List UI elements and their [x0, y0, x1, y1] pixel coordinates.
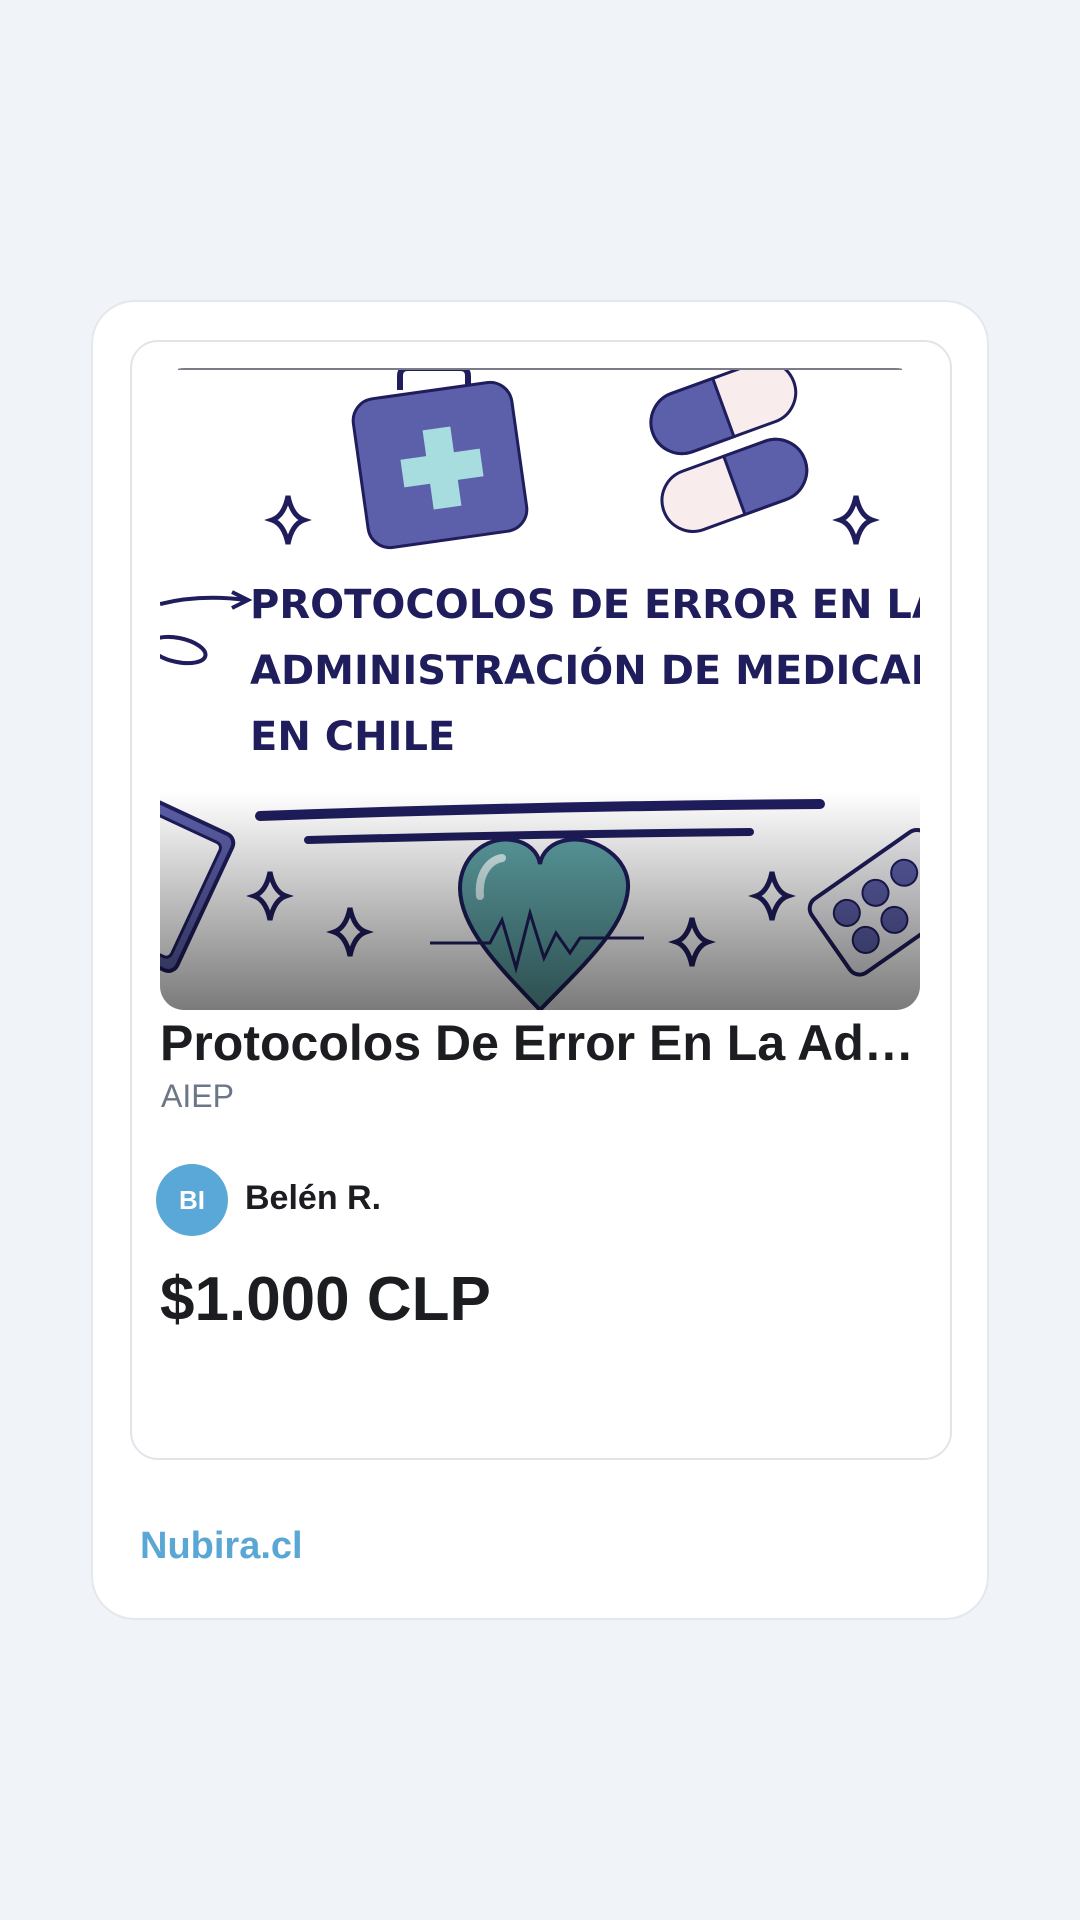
product-thumbnail[interactable]: PROTOCOLOS DE ERROR EN LA ADMINISTRACIÓN…	[160, 368, 920, 1010]
thumbnail-heading-line-3: EN CHILE	[250, 714, 455, 760]
product-title[interactable]: Protocolos De Error En La Administración…	[160, 1012, 920, 1074]
thumbnail-heading-line-2: ADMINISTRACIÓN DE MEDICAMENTOS	[250, 646, 920, 694]
seller-avatar[interactable]: BI	[156, 1164, 228, 1236]
product-price: $1.000 CLP	[160, 1265, 491, 1334]
thumbnail-top-border	[178, 368, 902, 370]
product-institution: AIEP	[161, 1078, 234, 1114]
thumbnail-gradient-overlay	[160, 792, 920, 1010]
seller-name[interactable]: Belén R.	[245, 1176, 381, 1220]
brand-link[interactable]: Nubira.cl	[140, 1522, 303, 1570]
thumbnail-heading-line-1: PROTOCOLOS DE ERROR EN LA	[250, 582, 920, 628]
